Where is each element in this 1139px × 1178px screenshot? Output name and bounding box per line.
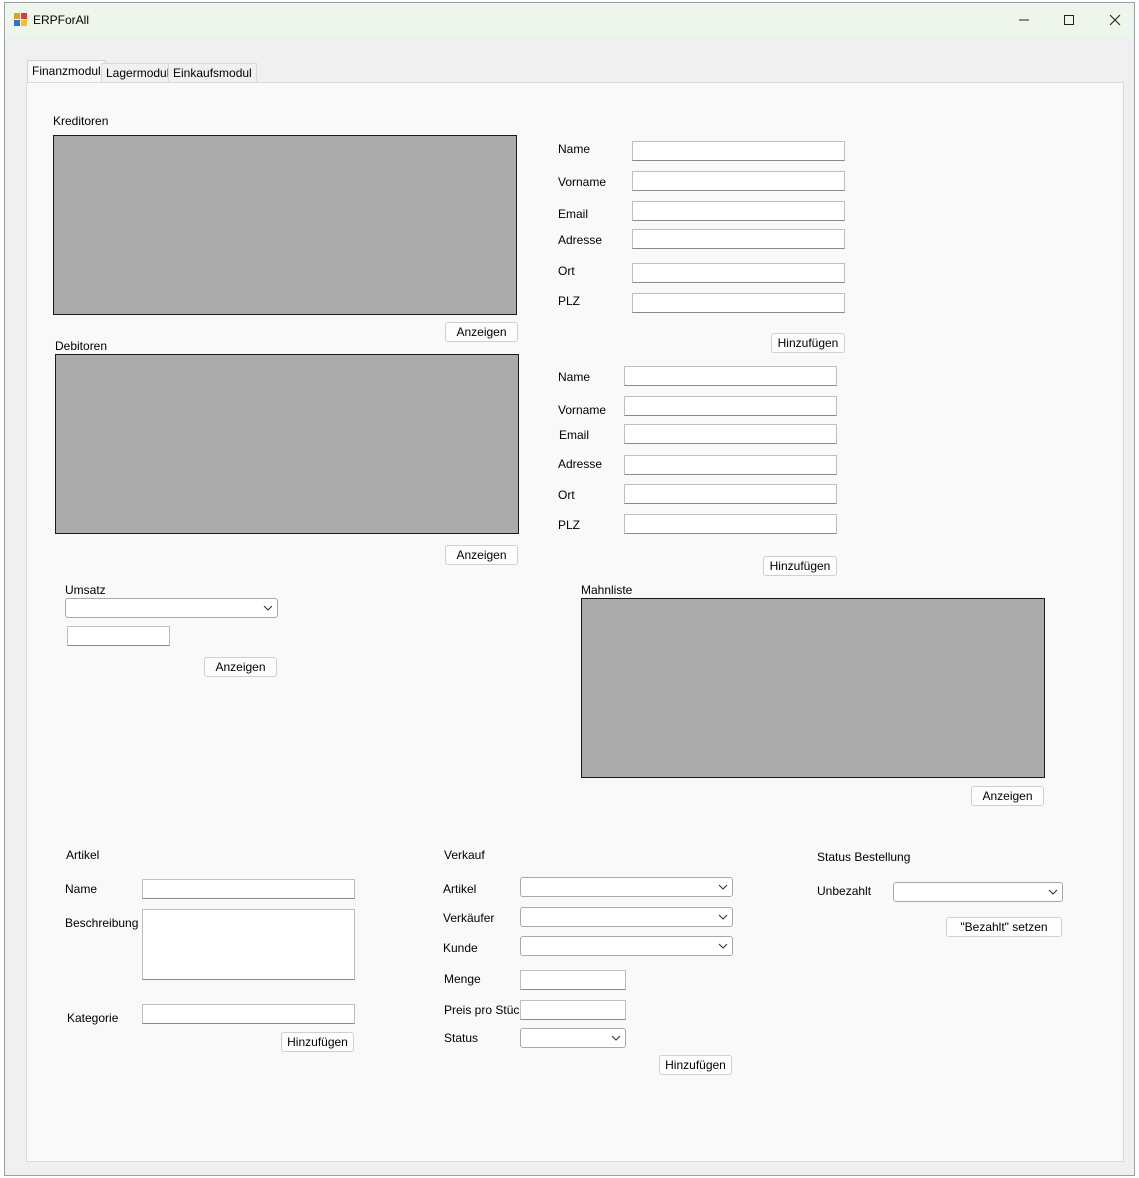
unbezahlt-label: Unbezahlt: [817, 884, 872, 898]
verkauf-status-select[interactable]: [520, 1028, 626, 1048]
chevron-down-icon: [611, 1035, 621, 1041]
debitoren-show-button[interactable]: Anzeigen: [445, 545, 518, 565]
umsatz-show-button[interactable]: Anzeigen: [204, 657, 277, 677]
kreditoren-vorname-field[interactable]: [632, 171, 845, 191]
verkauf-preis-field[interactable]: [520, 1000, 626, 1020]
umsatz-title: Umsatz: [65, 583, 106, 597]
kreditoren-plz-field[interactable]: [632, 293, 845, 313]
title-bar: ERPForAll: [5, 3, 1134, 37]
debitoren-email-field[interactable]: [624, 424, 837, 444]
chevron-down-icon: [718, 884, 728, 890]
debitoren-plz-field[interactable]: [624, 514, 837, 534]
kreditoren-grid[interactable]: [53, 135, 517, 315]
artikel-name-label: Name: [65, 882, 98, 896]
umsatz-select[interactable]: [65, 598, 278, 618]
kreditoren-email-label: Email: [558, 207, 589, 221]
set-paid-button[interactable]: "Bezahlt" setzen: [946, 917, 1062, 937]
close-icon: [1109, 14, 1121, 26]
chevron-down-icon: [718, 914, 728, 920]
umsatz-result-field[interactable]: [67, 626, 170, 646]
kreditoren-email-field[interactable]: [632, 201, 845, 221]
kreditoren-ort-label: Ort: [558, 264, 575, 278]
chevron-down-icon: [1048, 889, 1058, 895]
verkauf-status-label: Status: [444, 1031, 479, 1045]
artikel-kategorie-label: Kategorie: [67, 1011, 119, 1025]
verkauf-kunde-label: Kunde: [443, 941, 478, 955]
chevron-down-icon: [263, 605, 273, 611]
debitoren-grid[interactable]: [55, 354, 519, 534]
close-button[interactable]: [1092, 3, 1138, 37]
debitoren-name-field[interactable]: [624, 366, 837, 386]
mahnliste-title: Mahnliste: [581, 583, 633, 597]
mahnliste-grid[interactable]: [581, 598, 1045, 778]
verkauf-verkaeufer-label: Verkäufer: [443, 911, 495, 925]
verkauf-verkaeufer-select[interactable]: [520, 907, 733, 927]
verkauf-artikel-label: Artikel: [443, 882, 477, 896]
debitoren-adresse-label: Adresse: [558, 457, 603, 471]
verkauf-kunde-select[interactable]: [520, 936, 733, 956]
kreditoren-name-field[interactable]: [632, 141, 845, 161]
artikel-add-button[interactable]: Hinzufügen: [281, 1032, 354, 1052]
kreditoren-name-label: Name: [558, 142, 591, 156]
tab-lagermodul[interactable]: Lagermodul: [101, 63, 175, 83]
minimize-icon: [1019, 19, 1029, 21]
minimize-button[interactable]: [1001, 3, 1047, 37]
verkauf-title: Verkauf: [444, 848, 485, 862]
verkauf-menge-field[interactable]: [520, 970, 626, 990]
tab-finanzmodul[interactable]: Finanzmodul: [27, 60, 106, 84]
maximize-icon: [1064, 15, 1074, 25]
window-title: ERPForAll: [33, 13, 90, 27]
debitoren-name-label: Name: [558, 370, 591, 384]
artikel-name-field[interactable]: [142, 879, 355, 899]
debitoren-adresse-field[interactable]: [624, 455, 837, 475]
kreditoren-plz-label: PLZ: [558, 294, 581, 308]
artikel-title: Artikel: [66, 848, 100, 862]
tab-einkaufsmodul[interactable]: Einkaufsmodul: [168, 63, 257, 83]
kreditoren-adresse-label: Adresse: [558, 233, 603, 247]
verkauf-preis-label: Preis pro Stück: [444, 1003, 526, 1017]
verkauf-artikel-select[interactable]: [520, 877, 733, 897]
app-icon: [14, 13, 28, 27]
debitoren-add-button[interactable]: Hinzufügen: [763, 556, 837, 576]
app-window: ERPForAll Finanzmodul Lagermodul Einkauf…: [4, 2, 1135, 1176]
tab-page-finanzmodul: Kreditoren Anzeigen Name Vorname Email A…: [26, 82, 1124, 1162]
status-bestellung-title: Status Bestellung: [817, 850, 911, 864]
artikel-beschreibung-label: Beschreibung: [65, 916, 139, 930]
kreditoren-show-button[interactable]: Anzeigen: [445, 322, 518, 342]
kreditoren-adresse-field[interactable]: [632, 229, 845, 249]
chevron-down-icon: [718, 943, 728, 949]
artikel-kategorie-field[interactable]: [142, 1004, 355, 1024]
debitoren-title: Debitoren: [55, 339, 108, 353]
maximize-button[interactable]: [1046, 3, 1092, 37]
artikel-beschreibung-field[interactable]: [142, 909, 355, 980]
debitoren-plz-label: PLZ: [558, 518, 581, 532]
verkauf-menge-label: Menge: [444, 972, 481, 986]
verkauf-add-button[interactable]: Hinzufügen: [659, 1055, 732, 1075]
debitoren-ort-field[interactable]: [624, 484, 837, 504]
debitoren-ort-label: Ort: [558, 488, 575, 502]
debitoren-vorname-label: Vorname: [558, 403, 607, 417]
mahnliste-show-button[interactable]: Anzeigen: [971, 786, 1044, 806]
kreditoren-vorname-label: Vorname: [558, 175, 607, 189]
kreditoren-title: Kreditoren: [53, 114, 109, 128]
unbezahlt-select[interactable]: [893, 882, 1063, 902]
kreditoren-ort-field[interactable]: [632, 263, 845, 283]
kreditoren-add-button[interactable]: Hinzufügen: [771, 333, 845, 353]
debitoren-email-label: Email: [559, 428, 590, 442]
debitoren-vorname-field[interactable]: [624, 396, 837, 416]
